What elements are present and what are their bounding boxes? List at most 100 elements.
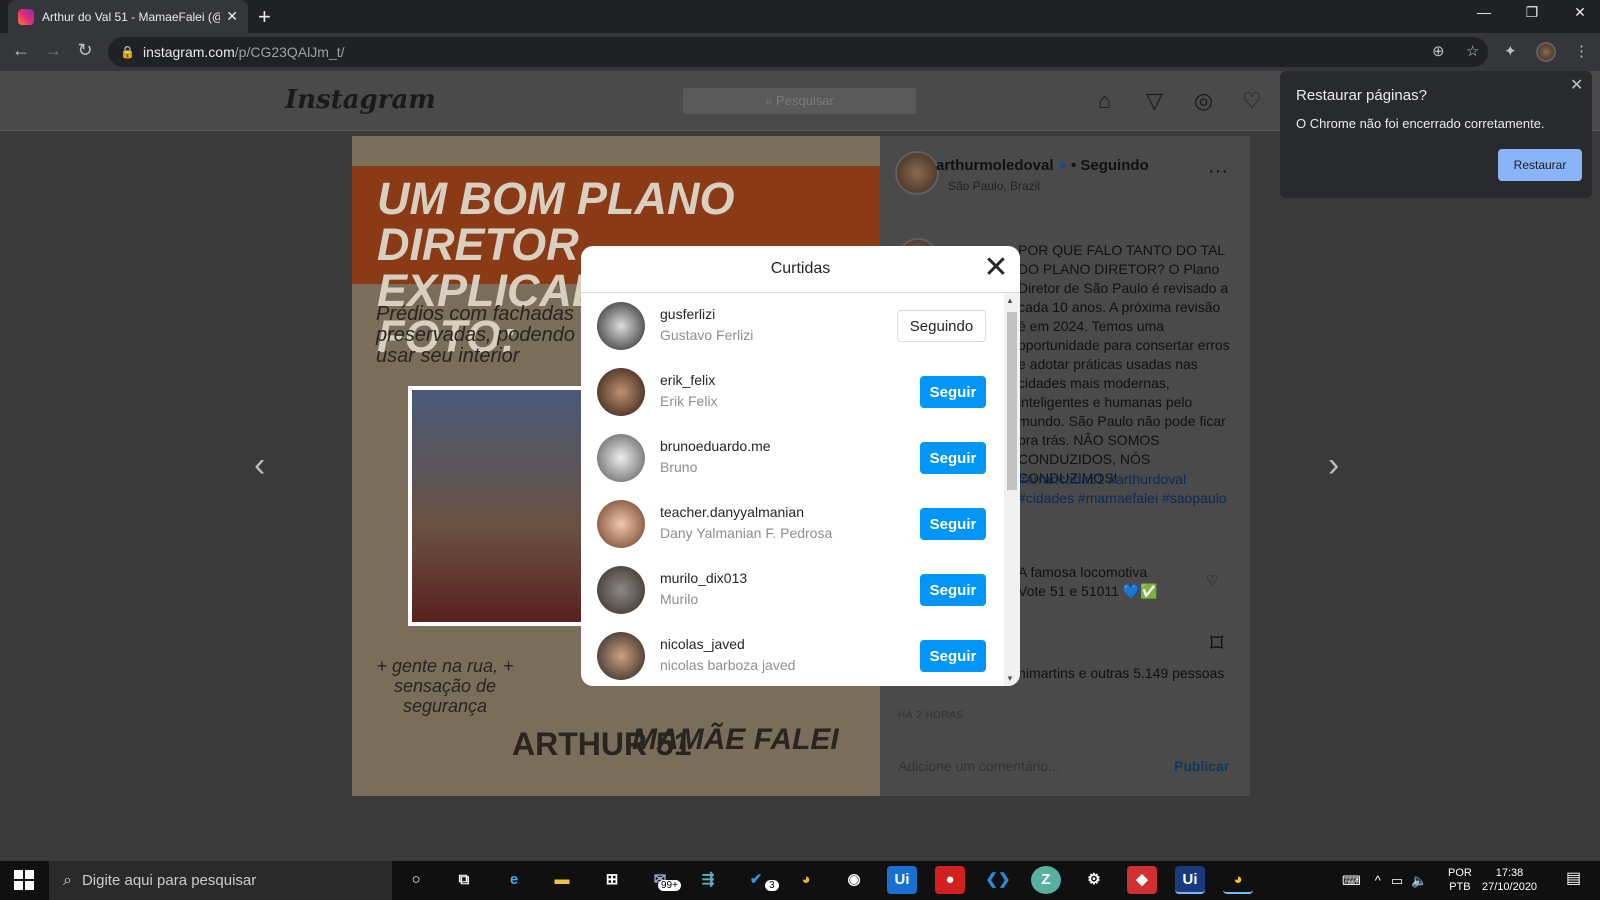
cortana-icon[interactable]: ○: [401, 866, 431, 894]
back-icon[interactable]: ←: [8, 40, 34, 61]
image-caption-bottom: + gente na rua, + sensação de segurança: [376, 656, 514, 716]
recorder-icon[interactable]: ●: [935, 866, 965, 894]
profile-avatar[interactable]: [1536, 42, 1556, 62]
avatar[interactable]: [597, 302, 645, 350]
tray-expand-icon[interactable]: ^: [1375, 873, 1381, 888]
save-bookmark-icon[interactable]: ⌑: [1210, 628, 1223, 659]
username[interactable]: nicolas_javed: [660, 636, 745, 652]
avatar[interactable]: [597, 500, 645, 548]
address-bar[interactable]: 🔒 instagram.com /p/CG23QAlJm_t/: [108, 37, 1488, 67]
avatar[interactable]: [597, 368, 645, 416]
follow-button[interactable]: Seguir: [920, 442, 986, 474]
display-name: Erik Felix: [660, 393, 718, 409]
display-name: Gustavo Ferlizi: [660, 327, 754, 343]
restore-message: O Chrome não foi encerrado corretamente.: [1296, 116, 1545, 131]
notifications-icon[interactable]: ▤: [1566, 868, 1581, 888]
follow-button[interactable]: Seguir: [920, 508, 986, 540]
windows-start-icon[interactable]: [14, 870, 34, 890]
search-icon: ⌕: [63, 871, 72, 889]
language-indicator[interactable]: POR PTB: [1448, 866, 1472, 894]
task-view-icon[interactable]: ⧉: [449, 866, 479, 894]
todo-badge: 3: [765, 880, 779, 891]
prev-post-arrow-icon[interactable]: ‹: [254, 446, 265, 485]
network-icon[interactable]: ▭: [1391, 873, 1403, 889]
zoom-app-icon[interactable]: Z: [1031, 866, 1061, 894]
direct-icon[interactable]: ▽: [1146, 88, 1163, 114]
menu-kebab-icon[interactable]: ⋮: [1574, 42, 1589, 60]
list-item: gusferlizi Gustavo Ferlizi Seguindo: [581, 293, 1001, 359]
avatar[interactable]: [597, 434, 645, 482]
author-avatar[interactable]: [895, 151, 939, 195]
clock[interactable]: 17:38 27/10/2020: [1482, 866, 1537, 894]
instagram-search-input[interactable]: ⌕ Pesquisar: [682, 87, 917, 115]
volume-icon[interactable]: 🔈: [1411, 873, 1427, 889]
bookmark-star-icon[interactable]: ☆: [1466, 42, 1479, 60]
username[interactable]: brunoeduardo.me: [660, 438, 771, 454]
anydesk-icon[interactable]: ◆: [1127, 866, 1157, 894]
list-item: nicolas_javed nicolas barboza javed Segu…: [581, 623, 1001, 686]
image-caption-top: Prédios com fachadas preservadas, podend…: [376, 303, 576, 367]
system-tray: ⌨ ^ ▭ 🔈: [1342, 861, 1427, 900]
chrome-canary-icon[interactable]: ◕: [791, 866, 821, 894]
avatar[interactable]: [597, 566, 645, 614]
store-icon[interactable]: ⊞: [597, 866, 627, 894]
scrollbar-thumb[interactable]: [1007, 312, 1017, 490]
home-icon[interactable]: ⌂: [1098, 88, 1111, 114]
reload-icon[interactable]: ↻: [72, 40, 98, 61]
uipath-studio-icon[interactable]: Ui: [1175, 866, 1205, 894]
activity-heart-icon[interactable]: ♡: [1242, 88, 1262, 114]
scroll-up-icon[interactable]: ▲: [1006, 296, 1014, 305]
likes-list: gusferlizi Gustavo Ferlizi Seguindo erik…: [581, 293, 1020, 686]
username[interactable]: gusferlizi: [660, 306, 715, 322]
post-location[interactable]: São Paulo, Brazil: [948, 179, 1040, 193]
uipath-icon[interactable]: Ui: [887, 866, 917, 894]
app-icon[interactable]: ⇶: [693, 866, 723, 894]
instagram-logo[interactable]: Instagram: [285, 85, 436, 115]
taskbar-search-placeholder: Digite aqui para pesquisar: [81, 872, 257, 889]
post-hashtags[interactable]: #arrancada51 #arthurdoval #cidades #mama…: [1018, 470, 1230, 508]
new-tab-icon[interactable]: +: [258, 4, 271, 30]
lock-icon: 🔒: [120, 45, 135, 59]
modal-close-icon[interactable]: ✕: [983, 253, 1009, 283]
post-caption: POR QUE FALO TANTO DO TAL DO PLANO DIRET…: [1018, 242, 1230, 486]
keyboard-icon[interactable]: ⌨: [1342, 873, 1361, 889]
follow-button[interactable]: Seguir: [920, 574, 986, 606]
likes-modal: Curtidas ✕ gusferlizi Gustavo Ferlizi Se…: [581, 246, 1020, 686]
restore-close-icon[interactable]: ✕: [1570, 75, 1583, 95]
list-item: murilo_dix013 Murilo Seguir: [581, 557, 1001, 623]
following-button[interactable]: Seguindo: [897, 310, 986, 342]
display-name: Dany Yalmanian F. Pedrosa: [660, 525, 833, 541]
edge-icon[interactable]: e: [499, 866, 529, 894]
close-window-icon[interactable]: ✕: [1560, 4, 1600, 21]
username[interactable]: erik_felix: [660, 372, 715, 388]
avatar[interactable]: [597, 632, 645, 680]
zoom-icon[interactable]: ⊕: [1432, 42, 1445, 60]
extensions-icon[interactable]: ✦: [1504, 42, 1517, 60]
browser-tab[interactable]: Arthur do Val 51 - MamaeFalei (@ ✕: [8, 0, 248, 33]
explore-icon[interactable]: ◎: [1194, 88, 1213, 114]
restore-window-icon[interactable]: ❐: [1512, 4, 1552, 21]
comment-like-icon[interactable]: ♡: [1206, 572, 1219, 589]
scroll-down-icon[interactable]: ▼: [1006, 674, 1014, 683]
follow-button[interactable]: Seguir: [920, 376, 986, 408]
obs-icon[interactable]: ◉: [839, 866, 869, 894]
username[interactable]: murilo_dix013: [660, 570, 747, 586]
vscode-icon[interactable]: ❮❯: [983, 866, 1013, 894]
minimize-icon[interactable]: —: [1464, 4, 1504, 20]
next-post-arrow-icon[interactable]: ›: [1328, 446, 1339, 485]
publish-button[interactable]: Publicar: [1174, 758, 1229, 774]
settings-icon[interactable]: ⚙: [1079, 866, 1109, 894]
add-comment-input[interactable]: Adicione um comentário...: [898, 758, 1060, 774]
chrome-icon[interactable]: ◕: [1223, 866, 1253, 894]
file-explorer-icon[interactable]: ▬: [547, 866, 577, 894]
post-author[interactable]: arthurmoledoval ● • Seguindo: [936, 157, 1149, 174]
username[interactable]: teacher.danyyalmanian: [660, 504, 804, 520]
taskbar-search[interactable]: ⌕ Digite aqui para pesquisar: [49, 861, 392, 900]
display-name: Murilo: [660, 591, 699, 607]
restore-button[interactable]: Restaurar: [1498, 149, 1582, 181]
tab-close-icon[interactable]: ✕: [226, 8, 238, 25]
follow-button[interactable]: Seguir: [920, 640, 986, 672]
forward-icon[interactable]: →: [40, 40, 66, 61]
post-time: HÁ 2 HORAS: [898, 710, 964, 721]
more-options-icon[interactable]: ···: [1208, 160, 1228, 183]
